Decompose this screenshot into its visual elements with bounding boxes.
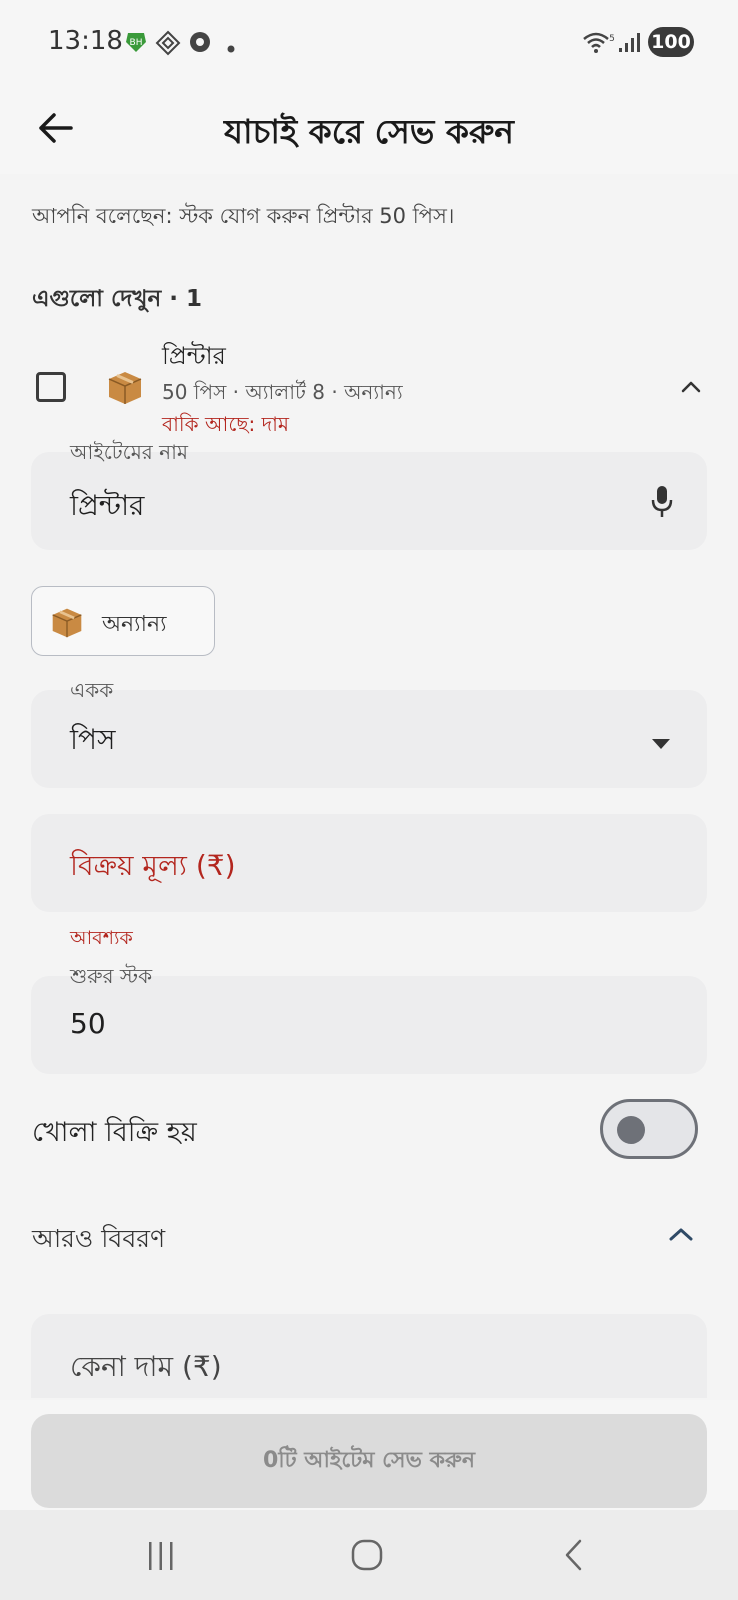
voice-command-summary: আপনি বলেছেন: স্টক যোগ করুন প্রিন্টার 50 … <box>32 204 455 228</box>
svg-text:BH: BH <box>130 38 143 48</box>
category-chip-label: অন্যান্য <box>102 612 167 637</box>
battery-indicator: 100 <box>648 27 694 57</box>
opening-stock-value[interactable]: 50 <box>70 1007 106 1040</box>
page-title: যাচাই করে সেভ করুন <box>224 112 514 151</box>
item-select-checkbox[interactable] <box>36 372 66 402</box>
dropdown-arrow-icon[interactable] <box>651 735 671 754</box>
unit-label: একক <box>70 678 114 702</box>
box-icon <box>106 368 144 410</box>
recents-icon[interactable] <box>146 1540 176 1576</box>
signal-icon <box>617 30 641 58</box>
app-badge-icon: BH <box>124 31 148 57</box>
toggle-knob <box>617 1116 645 1144</box>
item-meta: 50 পিস · অ্যালার্ট 8 · অন্যান্য <box>162 380 403 404</box>
loose-sale-label: খোলা বিক্রি হয় <box>32 1117 197 1148</box>
unit-dropdown[interactable] <box>31 690 707 788</box>
sale-price-placeholder[interactable]: বিক্রয় মূল্য (₹) <box>70 844 236 891</box>
wifi-icon: 5 <box>582 30 616 60</box>
status-time: 13:18 <box>48 26 123 56</box>
notification-dot-icon <box>227 38 235 57</box>
more-details-label[interactable]: আরও বিবরণ <box>32 1219 165 1262</box>
diamond-grid-icon <box>155 30 181 60</box>
mic-icon[interactable] <box>650 484 674 524</box>
chrome-icon <box>188 30 212 58</box>
item-name-value[interactable]: প্রিন্টার <box>70 484 144 531</box>
cost-price-placeholder[interactable]: কেনা দাম (₹) <box>70 1345 222 1392</box>
app-bar: যাচাই করে সেভ করুন <box>0 86 738 174</box>
category-chip[interactable]: অন্যান্য <box>31 586 215 656</box>
opening-stock-label: শুরুর স্টক <box>70 964 153 988</box>
unit-value[interactable]: পিস <box>70 718 116 765</box>
item-name: প্রিন্টার <box>162 342 226 370</box>
loose-sale-toggle[interactable] <box>600 1099 698 1159</box>
box-icon <box>50 605 84 643</box>
chevron-up-icon[interactable] <box>680 378 702 397</box>
status-bar: 13:18 BH 5 100 <box>0 0 738 86</box>
save-items-button[interactable]: 0টি আইটেম সেভ করুন <box>31 1414 707 1508</box>
sale-price-helper: আবশ্যক <box>70 927 133 949</box>
review-section-title: এগুলো দেখুন · 1 <box>32 286 202 312</box>
svg-text:5: 5 <box>609 34 615 44</box>
chevron-up-icon[interactable] <box>668 1226 694 1246</box>
system-nav-bar <box>0 1510 738 1600</box>
item-name-label: আইটেমের নাম <box>70 440 189 464</box>
back-nav-icon[interactable] <box>562 1538 584 1576</box>
home-icon[interactable] <box>350 1538 384 1576</box>
